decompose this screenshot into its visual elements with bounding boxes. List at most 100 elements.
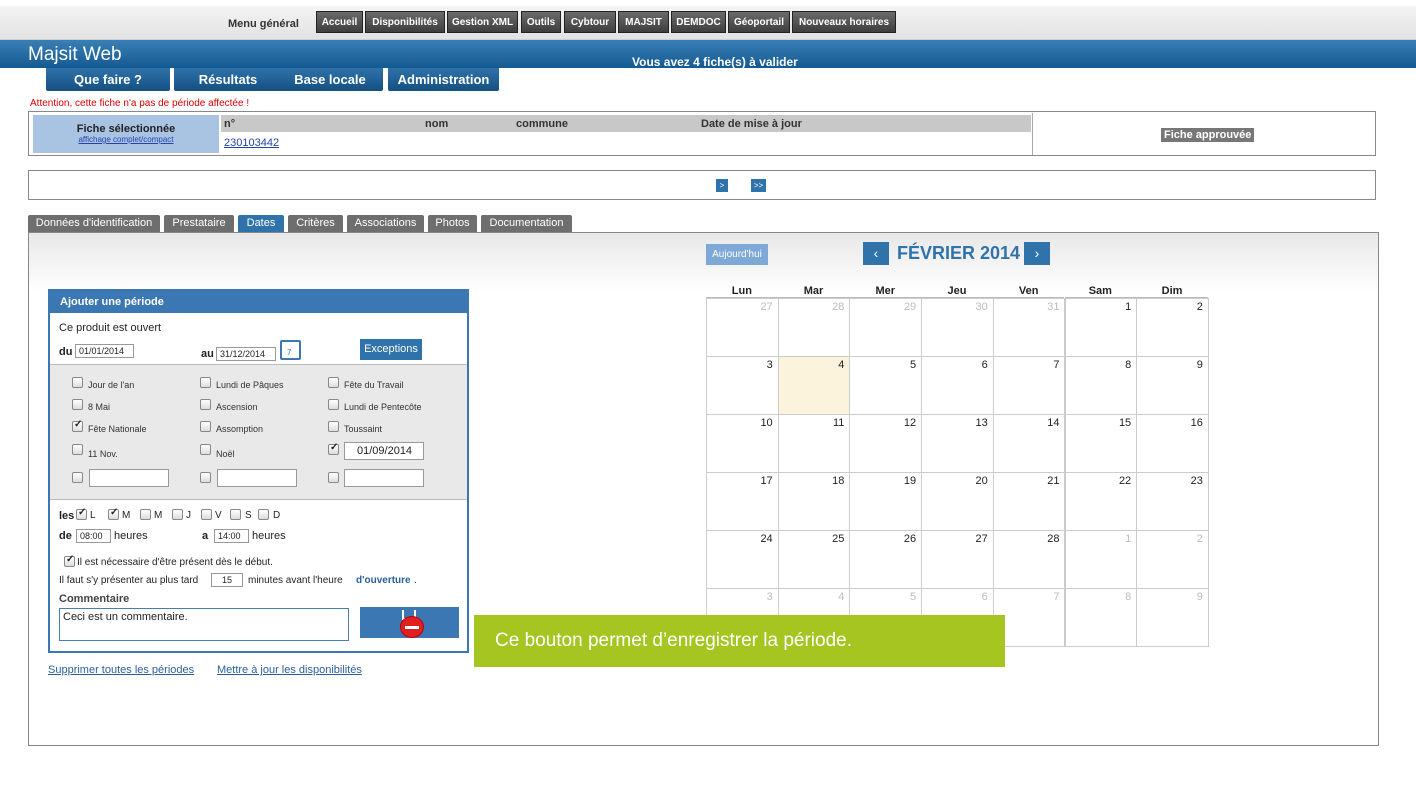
nav-resultats[interactable]: Résultats (174, 68, 282, 91)
calendar-day[interactable]: 5 (849, 356, 923, 415)
calendar-day[interactable]: 18 (777, 472, 851, 531)
holiday-checkbox-toussaint[interactable] (328, 421, 339, 432)
holiday-checkbox-ascension[interactable] (200, 399, 211, 410)
day-checkbox-lundi[interactable] (76, 507, 87, 520)
day-checkbox-jeudi[interactable] (172, 509, 183, 520)
calendar-day[interactable]: 9 (1136, 588, 1209, 647)
calendar-day[interactable]: 9 (1136, 356, 1209, 415)
calendar-day[interactable]: 26 (849, 530, 923, 589)
top-menu-nouveaux-horaires[interactable]: Nouveaux horaires (792, 11, 896, 33)
holiday-checkbox-fete-nationale[interactable] (72, 419, 83, 432)
calendar-day[interactable]: 22 (1064, 472, 1138, 531)
from-time-input[interactable]: 08:00 (76, 529, 111, 543)
custom-input-1[interactable] (89, 469, 169, 487)
top-menu-majsit[interactable]: MAJSIT (618, 11, 669, 33)
custom-date-checkbox-1[interactable] (328, 442, 339, 455)
calendar-day[interactable]: 27 (706, 298, 779, 357)
calendar-day[interactable]: 25 (777, 530, 851, 589)
calendar-day-today[interactable]: 4 (777, 356, 851, 415)
custom-input-2[interactable] (217, 469, 297, 487)
holiday-checkbox-fete-du-travail[interactable] (328, 377, 339, 388)
calendar-day[interactable]: 3 (706, 356, 779, 415)
holiday-checkbox-11-nov[interactable] (72, 444, 83, 455)
calendar-day[interactable]: 15 (1064, 414, 1138, 473)
calendar-day[interactable]: 2 (1136, 530, 1209, 589)
nav-administration[interactable]: Administration (388, 68, 499, 91)
calendar-day[interactable]: 8 (1064, 588, 1138, 647)
custom-input-3[interactable] (344, 469, 424, 487)
last-page-button[interactable]: >> (751, 179, 766, 192)
day-checkbox-vendredi[interactable] (201, 509, 212, 520)
top-menu-cybtour[interactable]: Cybtour (564, 11, 616, 33)
top-menu-demdoc[interactable]: DEMDOC (671, 11, 726, 33)
day-checkbox-mercredi[interactable] (140, 509, 151, 520)
calendar-day[interactable]: 12 (849, 414, 923, 473)
comment-textarea[interactable]: Ceci est un commentaire. (59, 608, 349, 641)
calendar-day[interactable]: 24 (706, 530, 779, 589)
end-date-input[interactable]: 31/12/2014 (216, 347, 276, 361)
tab-associations[interactable]: Associations (347, 215, 424, 232)
day-checkbox-samedi[interactable] (230, 509, 241, 520)
calendar-day[interactable]: 19 (849, 472, 923, 531)
late-minutes-input[interactable]: 15 (211, 573, 243, 587)
day-checkbox-dimanche[interactable] (258, 509, 269, 520)
fiche-number-link[interactable]: 230103442 (224, 137, 279, 149)
tab-prestataire[interactable]: Prestataire (164, 215, 234, 232)
top-menu-outils[interactable]: Outils (521, 11, 561, 33)
calendar-day[interactable]: 31 (992, 298, 1066, 357)
day-checkbox-mardi[interactable] (108, 507, 119, 520)
calendar-day[interactable]: 6 (921, 356, 994, 415)
tab-photos[interactable]: Photos (428, 215, 477, 232)
holiday-checkbox-assomption[interactable] (200, 421, 211, 432)
calendar-day[interactable]: 2 (1136, 298, 1209, 357)
custom-checkbox-2[interactable] (200, 472, 211, 483)
holiday-checkbox-jour-de-lan[interactable] (72, 377, 83, 388)
calendar-day[interactable]: 8 (1064, 356, 1138, 415)
calendar-day[interactable]: 1 (1064, 530, 1138, 589)
nav-base-locale[interactable]: Base locale (277, 68, 383, 91)
holiday-checkbox-noel[interactable] (200, 444, 211, 455)
start-date-input[interactable]: 01/01/2014 (75, 344, 134, 358)
calendar-day[interactable]: 10 (706, 414, 779, 473)
next-month-button[interactable]: › (1024, 242, 1050, 265)
delete-all-periods-link[interactable]: Supprimer toutes les périodes (48, 664, 194, 676)
calendar-day[interactable]: 14 (992, 414, 1066, 473)
tab-dates[interactable]: Dates (238, 215, 284, 232)
calendar-day[interactable]: 23 (1136, 472, 1209, 531)
calendar-day[interactable]: 21 (992, 472, 1066, 531)
holiday-checkbox-lundi-de-pentecote[interactable] (328, 399, 339, 410)
holiday-checkbox-8-mai[interactable] (72, 399, 83, 410)
display-toggle-link[interactable]: affichage complet/compact (33, 135, 219, 144)
today-button[interactable]: Aujourd'hui (706, 244, 768, 265)
custom-checkbox-3[interactable] (328, 472, 339, 483)
tab-identification[interactable]: Données d'identification (28, 215, 160, 232)
top-menu-gestion-xml[interactable]: Gestion XML (447, 11, 518, 33)
calendar-day[interactable]: 29 (849, 298, 923, 357)
to-time-input[interactable]: 14:00 (214, 529, 249, 543)
exceptions-button[interactable]: Exceptions (360, 339, 422, 360)
tab-documentation[interactable]: Documentation (481, 215, 572, 232)
calendar-day[interactable]: 16 (1136, 414, 1209, 473)
next-page-button[interactable]: > (716, 179, 728, 192)
update-availability-link[interactable]: Mettre à jour les disponibilités (217, 664, 362, 676)
calendar-picker-icon[interactable]: 7 (280, 340, 301, 360)
calendar-day[interactable]: 11 (777, 414, 851, 473)
calendar-day[interactable]: 13 (921, 414, 994, 473)
presence-checkbox[interactable] (64, 554, 75, 567)
calendar-day[interactable]: 20 (921, 472, 994, 531)
nav-que-faire[interactable]: Que faire ? (46, 68, 170, 91)
tab-criteres[interactable]: Critères (288, 215, 343, 232)
calendar-day[interactable]: 1 (1064, 298, 1138, 357)
prev-month-button[interactable]: ‹ (863, 242, 889, 265)
calendar-day[interactable]: 27 (921, 530, 994, 589)
calendar-day[interactable]: 28 (777, 298, 851, 357)
top-menu-geoportail[interactable]: Géoportail (728, 11, 790, 33)
calendar-day[interactable]: 7 (992, 356, 1066, 415)
calendar-day[interactable]: 28 (992, 530, 1066, 589)
top-menu-accueil[interactable]: Accueil (316, 11, 363, 33)
holiday-checkbox-lundi-de-paques[interactable] (200, 377, 211, 388)
custom-date-input-1[interactable]: 01/09/2014 (344, 442, 424, 460)
top-menu-disponibilites[interactable]: Disponibilités (365, 11, 445, 33)
calendar-day[interactable]: 30 (921, 298, 994, 357)
calendar-day[interactable]: 17 (706, 472, 779, 531)
